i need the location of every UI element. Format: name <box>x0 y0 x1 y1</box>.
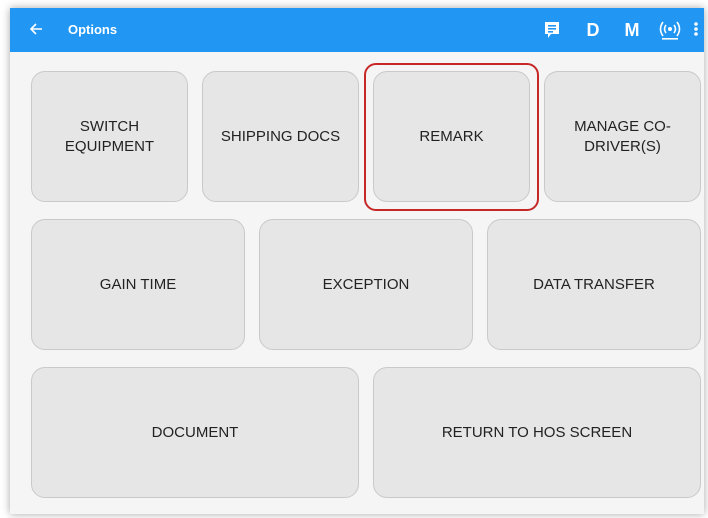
mode-m-button[interactable]: M <box>620 17 644 43</box>
connection-icon[interactable] <box>658 17 682 43</box>
gain-time-button[interactable]: GAIN TIME <box>31 219 245 350</box>
shipping-docs-button[interactable]: SHIPPING DOCS <box>202 71 359 202</box>
remark-button[interactable]: REMARK <box>373 71 530 202</box>
app-bar: Options D M <box>10 8 704 52</box>
page-title: Options <box>68 22 118 37</box>
duty-status-d-button[interactable]: D <box>582 17 604 43</box>
document-button[interactable]: DOCUMENT <box>31 367 359 498</box>
return-to-hos-screen-button[interactable]: RETURN TO HOS SCREEN <box>373 367 701 498</box>
more-vert-icon[interactable] <box>690 17 702 43</box>
app-window: Options D M SWITCH EQUIPMENT SHIPPING DO… <box>10 8 704 514</box>
exception-button[interactable]: EXCEPTION <box>259 219 473 350</box>
data-transfer-button[interactable]: DATA TRANSFER <box>487 219 701 350</box>
back-arrow-icon[interactable] <box>28 17 50 41</box>
switch-equipment-button[interactable]: SWITCH EQUIPMENT <box>31 71 188 202</box>
message-icon[interactable] <box>542 17 564 43</box>
manage-co-drivers-button[interactable]: MANAGE CO- DRIVER(S) <box>544 71 701 202</box>
